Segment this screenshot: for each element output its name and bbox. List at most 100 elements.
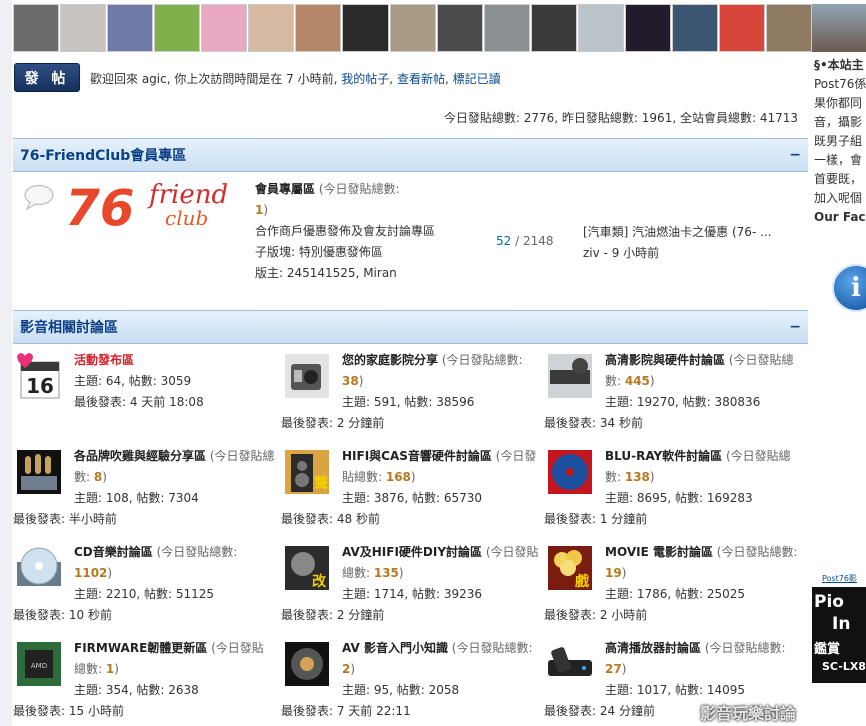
svg-text:改: 改	[312, 573, 327, 590]
welcome-bar: 歡迎回來 agic, 你上次訪問時間是在 7 小時前, 我的帖子, 查看新帖, …	[90, 72, 501, 86]
forum-stats: 主題: 2210, 帖數: 51125	[74, 587, 215, 601]
avatar-5[interactable]	[201, 4, 248, 52]
cd-player-icon[interactable]	[13, 542, 65, 594]
calendar-icon[interactable]: 16	[13, 350, 65, 402]
bluray-disc-icon[interactable]	[544, 446, 596, 498]
last-post-time: 最後發表: 34 秒前	[544, 416, 643, 430]
club-topic-post-count: 52 / 2148	[496, 234, 554, 248]
moderators: 版主: 245141525, Miran	[255, 266, 397, 280]
avatar-13[interactable]	[577, 4, 624, 52]
forum-stats: 主題: 354, 帖數: 2638	[74, 683, 199, 697]
forum-row-member-area: 76 friend club 會員專屬區 (今日發貼總數: 1) 合作商戶優惠發…	[13, 173, 808, 309]
forum-item: 改 AV及HIFI硬件DIY討論區 (今日發貼總數: 135) 主題: 1714, …	[281, 542, 543, 626]
forum-stats: 主題: 1786, 帖數: 25025	[605, 587, 746, 601]
forum-name[interactable]: CD音樂討論區	[74, 545, 153, 559]
svg-text:戲: 戲	[575, 573, 590, 590]
category-title-club[interactable]: 76-FriendClub會員專區	[20, 145, 186, 165]
forum-item: 聲 HIFI與CAS音響硬件討論區 (今日發貼總數: 168) 主題: 3876, …	[281, 446, 543, 530]
forum-name[interactable]: AV 影音入門小知識	[342, 641, 448, 655]
forum-stats: 主題: 108, 帖數: 7304	[74, 491, 199, 505]
last-post-time: 最後發表: 半小時前	[13, 512, 117, 526]
avatar-16[interactable]	[718, 4, 765, 52]
forum-name[interactable]: MOVIE 電影討論區	[605, 545, 713, 559]
avatar-7[interactable]	[295, 4, 342, 52]
forum-name[interactable]: 高清影院與硬件討論區	[605, 353, 725, 367]
avatar-row	[13, 4, 813, 54]
tube-amp-icon[interactable]	[13, 446, 65, 498]
forum-stats: 主題: 95, 帖數: 2058	[342, 683, 460, 697]
svg-text:AMD: AMD	[31, 662, 47, 670]
chip-icon[interactable]: AMD	[13, 638, 65, 690]
info-icon[interactable]: i	[832, 264, 866, 312]
forum-stats: 主題: 19270, 帖數: 380836	[605, 395, 761, 409]
welcome-text: 歡迎回來 agic, 你上次訪問時間是在 7 小時前,	[90, 72, 338, 86]
forum-item: 戲 MOVIE 電影討論區 (今日發貼總數: 19) 主題: 1786, 帖數: 2…	[544, 542, 806, 626]
forum-stats: 主題: 591, 帖數: 38596	[342, 395, 475, 409]
popcorn-icon[interactable]: 戲	[544, 542, 596, 594]
avatar-8[interactable]	[342, 4, 389, 52]
category-title-av[interactable]: 影音相關討論區	[20, 317, 118, 337]
club-forum-info: 會員專屬區 (今日發貼總數: 1) 合作商戶優惠發佈及會友討論專區 子版塊: 特…	[255, 179, 455, 284]
svg-text:聲: 聲	[314, 475, 328, 492]
speaker-icon[interactable]	[281, 350, 333, 402]
avatar-3[interactable]	[107, 4, 154, 52]
forum-name[interactable]: BLU-RAY軟件討論區	[605, 449, 722, 463]
forum-item: 各品牌吹雞與經驗分享區 (今日發貼總數: 8) 主題: 108, 帖數: 7304…	[13, 446, 275, 530]
avatar-10[interactable]	[436, 4, 483, 52]
left-strip	[0, 0, 12, 726]
forum-name[interactable]: 各品牌吹雞與經驗分享區	[74, 449, 206, 463]
featured-avatar	[812, 4, 866, 52]
forum-item: 您的家庭影院分享 (今日發貼總數: 38) 主題: 591, 帖數: 38596 最…	[281, 350, 543, 434]
last-post-title[interactable]: [汽車類] 汽油燃油卡之優惠 (76- ...	[583, 222, 803, 243]
avatar-15[interactable]	[671, 4, 718, 52]
av-receiver-icon[interactable]	[544, 350, 596, 402]
ad-label[interactable]: Post76影	[822, 573, 857, 584]
last-post-author: ziv - 9 小時前	[583, 246, 660, 260]
forum-name[interactable]: 活動發布區	[74, 353, 134, 367]
avatar-11[interactable]	[483, 4, 530, 52]
media-player-icon[interactable]	[544, 638, 596, 690]
last-post-time: 最後發表: 1 分鐘前	[544, 512, 648, 526]
forum-name[interactable]: AV及HIFI硬件DIY討論區	[342, 545, 482, 559]
avatar-17[interactable]	[766, 4, 813, 52]
last-post-time: 最後發表: 7 天前 22:11	[281, 704, 411, 718]
pioneer-ad[interactable]: Pio In 鑑賞 SC-LX8	[812, 587, 866, 683]
my-posts-link[interactable]: 我的帖子	[341, 72, 389, 86]
forum-item: AMD FIRMWARE韌體更新區 (今日發貼總數: 1) 主題: 354, 帖數:…	[13, 638, 275, 722]
subforum-link[interactable]: 子版塊: 特別優惠發佈區	[255, 242, 455, 263]
avatar-6[interactable]	[248, 4, 295, 52]
last-post-time: 最後發表: 2 分鐘前	[281, 608, 385, 622]
forum-name[interactable]: HIFI與CAS音響硬件討論區	[342, 449, 492, 463]
forum-name[interactable]: 會員專屬區	[255, 182, 315, 196]
collapse-icon[interactable]: −	[789, 319, 801, 335]
new-post-button[interactable]: 發 帖	[14, 63, 80, 92]
last-post-time: 最後發表: 10 秒前	[13, 608, 112, 622]
forum-name[interactable]: 您的家庭影院分享	[342, 353, 438, 367]
avatar-12[interactable]	[530, 4, 577, 52]
avatar-9[interactable]	[389, 4, 436, 52]
forum-stats: 主題: 64, 帖數: 3059	[74, 374, 192, 388]
site-watermark: 影音玩樂討論	[700, 704, 797, 723]
forum-description: 合作商戶優惠發佈及會友討論專區	[255, 224, 436, 238]
avatar-14[interactable]	[624, 4, 671, 52]
forum-page: 發 帖 歡迎回來 agic, 你上次訪問時間是在 7 小時前, 我的帖子, 查看…	[0, 0, 866, 726]
friendclub-logo[interactable]: 76 friend club	[63, 177, 253, 231]
speaker-cone-icon[interactable]	[281, 638, 333, 690]
avatar-1[interactable]	[13, 4, 60, 52]
collapse-icon[interactable]: −	[789, 147, 801, 163]
last-post-time: 最後發表: 2 分鐘前	[281, 416, 385, 430]
forum-stats: 主題: 1714, 帖數: 39236	[342, 587, 483, 601]
svg-text:16: 16	[26, 374, 54, 398]
hifi-speaker-icon[interactable]: 聲	[281, 446, 333, 498]
avatar-2[interactable]	[60, 4, 107, 52]
forum-name[interactable]: FIRMWARE韌體更新區	[74, 641, 207, 655]
avatar-4[interactable]	[154, 4, 201, 52]
mark-read-link[interactable]: 標記已讀	[453, 72, 501, 86]
forum-name[interactable]: 高清播放器討論區	[605, 641, 701, 655]
last-post: [汽車類] 汽油燃油卡之優惠 (76- ... ziv - 9 小時前	[583, 222, 803, 264]
new-posts-link[interactable]: 查看新帖	[397, 72, 445, 86]
forum-item: BLU-RAY軟件討論區 (今日發貼總數: 138) 主題: 8695, 帖數: …	[544, 446, 806, 530]
forum-item: AV 影音入門小知識 (今日發貼總數: 2) 主題: 95, 帖數: 2058 最後…	[281, 638, 543, 722]
forum-stats: 主題: 1017, 帖數: 14095	[605, 683, 746, 697]
diy-tools-icon[interactable]: 改	[281, 542, 333, 594]
